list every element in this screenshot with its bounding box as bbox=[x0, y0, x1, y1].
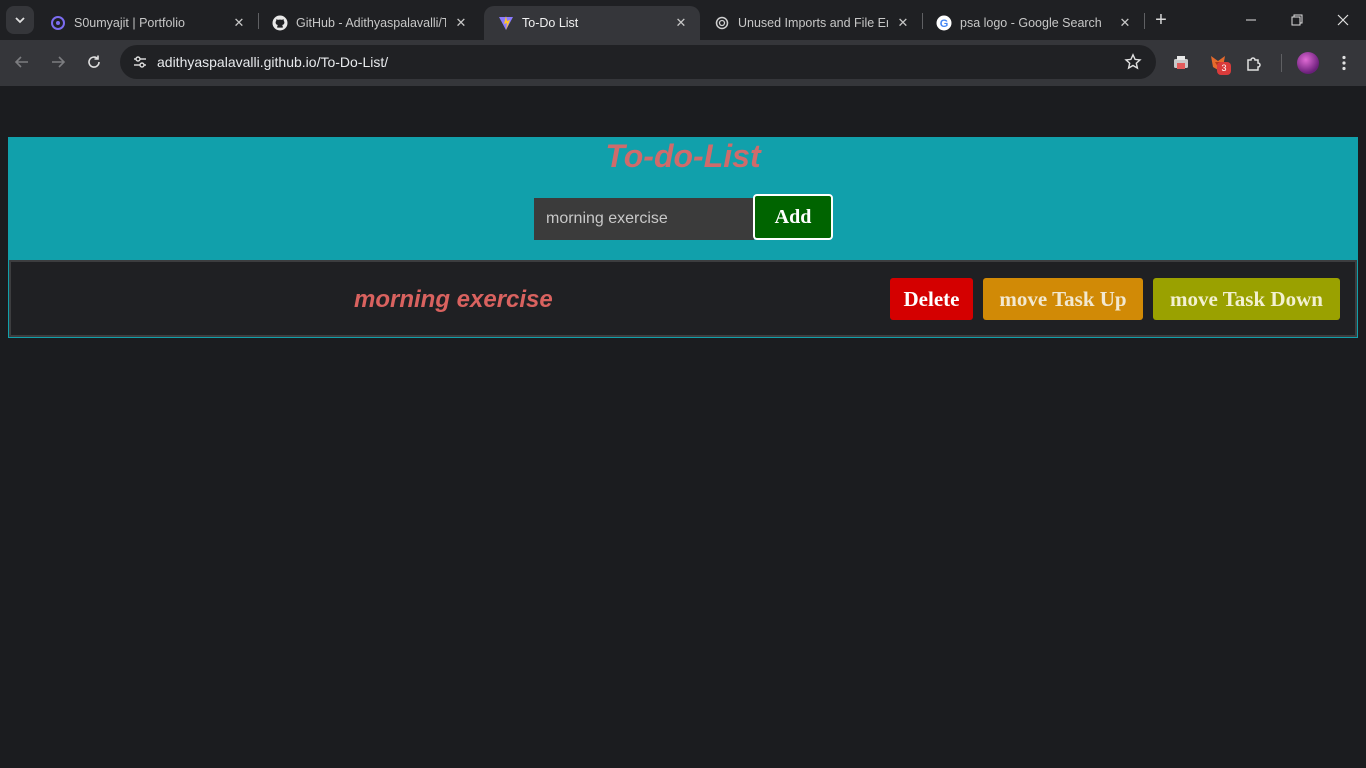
svg-text:G: G bbox=[940, 18, 949, 30]
toolbar-separator bbox=[1281, 54, 1282, 72]
close-icon[interactable]: ✕ bbox=[672, 14, 690, 32]
extension-printer-icon[interactable] bbox=[1170, 52, 1192, 74]
extensions-puzzle-icon[interactable] bbox=[1243, 52, 1265, 74]
task-text: morning exercise bbox=[354, 286, 553, 313]
close-icon[interactable]: ✕ bbox=[894, 14, 912, 32]
tab-title: GitHub - Adithyaspalavalli/To-Do-List bbox=[296, 16, 446, 30]
tab-todo-list[interactable]: To-Do List ✕ bbox=[484, 6, 700, 40]
tab-github[interactable]: GitHub - Adithyaspalavalli/To-Do-List ✕ bbox=[258, 6, 480, 40]
arrow-right-icon bbox=[52, 56, 66, 68]
close-icon[interactable]: ✕ bbox=[452, 14, 470, 32]
tab-title: To-Do List bbox=[522, 16, 579, 30]
tab-strip: S0umyajit | Portfolio ✕ GitHub - Adithya… bbox=[0, 0, 1366, 40]
move-task-up-button[interactable]: move Task Up bbox=[983, 278, 1143, 320]
new-tab-button[interactable]: + bbox=[1150, 9, 1172, 31]
close-icon[interactable]: ✕ bbox=[230, 14, 248, 32]
profile-avatar[interactable] bbox=[1297, 52, 1319, 74]
minimize-icon bbox=[1246, 19, 1256, 21]
app-title: To-do-List bbox=[605, 138, 761, 174]
todo-app: To-do-List Add morning exercise Delete m… bbox=[8, 137, 1358, 338]
reload-button[interactable] bbox=[79, 47, 109, 77]
forward-button[interactable] bbox=[43, 47, 73, 77]
url-text: adithyaspalavalli.github.io/To-Do-List/ bbox=[157, 54, 388, 70]
tab-title: Unused Imports and File Errors bbox=[738, 16, 888, 30]
reload-icon bbox=[88, 55, 100, 68]
bookmark-star-icon[interactable] bbox=[1124, 53, 1142, 71]
back-button[interactable] bbox=[7, 47, 37, 77]
task-list: morning exercise Delete move Task Up mov… bbox=[9, 260, 1357, 337]
address-bar[interactable]: adithyaspalavalli.github.io/To-Do-List/ bbox=[120, 45, 1156, 79]
tab-separator bbox=[1144, 13, 1145, 29]
close-window-button[interactable] bbox=[1320, 0, 1366, 40]
tab-title: S0umyajit | Portfolio bbox=[74, 16, 185, 30]
restore-button[interactable] bbox=[1274, 0, 1320, 40]
tab-title: psa logo - Google Search bbox=[960, 16, 1102, 30]
extension-fox-icon[interactable]: 3 bbox=[1207, 52, 1231, 75]
tab-search-button[interactable] bbox=[6, 6, 34, 34]
url-path: /To-Do-List/ bbox=[316, 54, 389, 70]
tune-icon bbox=[134, 56, 146, 68]
extension-badge: 3 bbox=[1217, 62, 1231, 75]
site-info-button[interactable] bbox=[128, 50, 152, 74]
tab-unused-imports[interactable]: Unused Imports and File Errors ✕ bbox=[700, 6, 922, 40]
task-input[interactable] bbox=[534, 198, 754, 240]
add-button[interactable]: Add bbox=[753, 194, 833, 240]
browser-toolbar: adithyaspalavalli.github.io/To-Do-List/ … bbox=[0, 40, 1366, 86]
delete-button[interactable]: Delete bbox=[890, 278, 973, 320]
portfolio-logo-icon bbox=[50, 15, 66, 31]
page-content: To-do-List Add morning exercise Delete m… bbox=[0, 86, 1366, 768]
minimize-button[interactable] bbox=[1228, 0, 1274, 40]
openai-icon bbox=[714, 15, 730, 31]
chevron-down-icon bbox=[15, 17, 25, 24]
more-menu-icon[interactable] bbox=[1333, 52, 1355, 74]
tab-portfolio[interactable]: S0umyajit | Portfolio ✕ bbox=[36, 6, 258, 40]
close-icon[interactable]: ✕ bbox=[1116, 14, 1134, 32]
close-icon bbox=[1337, 14, 1349, 26]
github-icon bbox=[272, 15, 288, 31]
url-domain: adithyaspalavalli.github.io bbox=[157, 54, 317, 70]
arrow-left-icon bbox=[14, 56, 28, 68]
google-icon: G bbox=[936, 15, 952, 31]
tab-google-search[interactable]: G psa logo - Google Search ✕ bbox=[922, 6, 1144, 40]
vite-logo-icon bbox=[498, 15, 514, 31]
restore-icon bbox=[1291, 14, 1303, 26]
move-task-down-button[interactable]: move Task Down bbox=[1153, 278, 1340, 320]
